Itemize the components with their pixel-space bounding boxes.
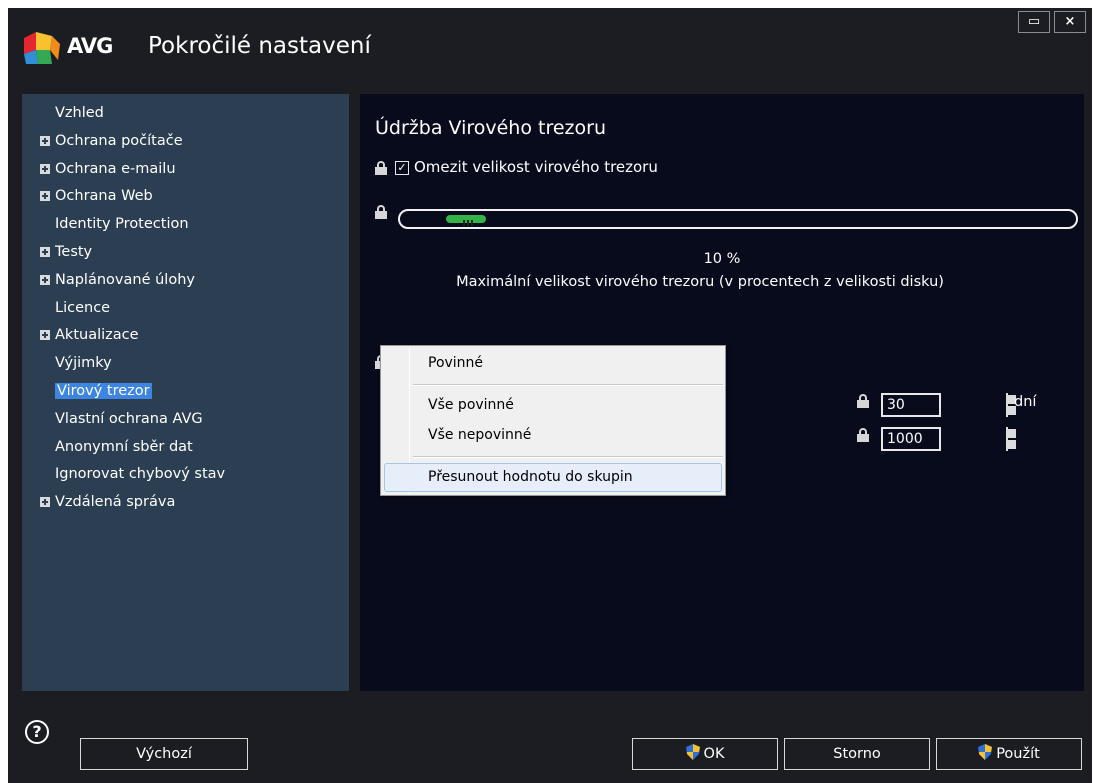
tree-item[interactable]: Ochrana počítače <box>22 130 183 152</box>
slider-thumb[interactable] <box>446 215 486 226</box>
default-button[interactable]: Výchozí <box>80 738 248 770</box>
menu-item-label: Přesunout hodnotu do skupin <box>428 469 633 485</box>
tree-item-label: Výjimky <box>55 355 112 372</box>
menu-item-required[interactable]: Povinné <box>428 355 483 371</box>
tree-item[interactable]: Vzdálená správa <box>22 491 175 513</box>
ok-label: OK <box>703 746 725 762</box>
menu-item-all-required[interactable]: Vše povinné <box>428 397 514 413</box>
tree-item[interactable]: Ochrana e-mailu <box>22 158 176 180</box>
grip-line <box>471 220 473 226</box>
tree-item[interactable]: Výjimky <box>22 352 112 374</box>
menu-item-all-optional[interactable]: Vše nepovinné <box>428 427 531 443</box>
settings-tree: Vzhled Ochrana počítače Ochrana e-mailu Och… <box>22 94 349 691</box>
limit-size-label: Omezit velikost virového trezoru <box>414 158 658 176</box>
expand-icon[interactable] <box>40 135 50 146</box>
cancel-button[interactable]: Storno <box>784 738 930 770</box>
lock-icon[interactable] <box>857 428 869 442</box>
tree-item-label: Ochrana počítače <box>55 132 183 149</box>
tree-item-label: Vzdálená správa <box>55 494 176 511</box>
tree-item[interactable]: Licence <box>22 297 110 319</box>
tree-item[interactable]: Ignorovat chybový stav <box>22 463 225 485</box>
tree-item-label: Virový trezor <box>55 383 152 399</box>
apply-label: Použít <box>996 746 1040 762</box>
slider-value: 10 % <box>703 251 741 267</box>
shield-icon <box>978 744 993 760</box>
expand-icon[interactable] <box>40 247 50 257</box>
restore-button[interactable]: ▭ <box>1018 11 1050 33</box>
grip-line <box>463 220 465 226</box>
tree-item-label: Ignorovat chybový stav <box>55 466 226 483</box>
limit-size-checkbox[interactable]: ✓ <box>395 161 409 175</box>
tree-item[interactable]: Aktualizace <box>22 324 139 346</box>
expand-icon[interactable] <box>40 330 50 341</box>
tree-item-label: Identity Protection <box>55 216 189 233</box>
title-bar: AVG Pokročilé nastavení ▭ × <box>8 8 1092 84</box>
tree-item-label: Anonymní sběr dat <box>55 438 193 455</box>
tree-item-label: Aktualizace <box>55 327 139 344</box>
tree-item-label: Ochrana e-mailu <box>55 160 176 177</box>
tree-item[interactable]: Ochrana Web <box>22 185 153 207</box>
slider-description: Maximální velikost virového trezoru (v p… <box>456 274 944 290</box>
menu-separator <box>413 384 723 386</box>
days-input[interactable]: 30 <box>881 393 941 417</box>
lock-icon[interactable] <box>375 205 387 219</box>
close-button[interactable]: × <box>1054 11 1086 33</box>
tree-item-label: Ochrana Web <box>55 188 153 205</box>
ok-button[interactable]: OK <box>632 738 778 770</box>
tree-item[interactable]: Identity Protection <box>22 213 189 235</box>
menu-item-move-to-groups[interactable]: Přesunout hodnotu do skupin <box>384 463 722 492</box>
tree-item[interactable]: Virový trezor <box>22 380 152 402</box>
menu-separator <box>413 456 723 458</box>
tree-item-label: Naplánované úlohy <box>55 271 195 288</box>
section-title: Údržba Virového trezoru <box>375 117 606 139</box>
tree-item[interactable]: Vzhled <box>22 102 104 124</box>
lock-icon[interactable] <box>857 394 869 408</box>
size-input[interactable]: 1000 <box>881 427 941 451</box>
apply-button[interactable]: Použít <box>936 738 1082 770</box>
tree-item-label: Vlastní ochrana AVG <box>55 410 203 427</box>
size-slider[interactable] <box>398 209 1078 229</box>
shield-icon <box>685 744 700 760</box>
tree-item[interactable]: Testy <box>22 241 92 263</box>
lock-icon[interactable] <box>375 161 387 175</box>
tree-item-label: Testy <box>55 244 93 260</box>
expand-icon[interactable] <box>40 191 50 202</box>
context-menu: Povinné Vše povinné Vše nepovinné Přesun… <box>380 345 726 496</box>
brand-name: AVG <box>67 34 113 58</box>
tree-item-label: Vzhled <box>55 105 104 121</box>
expand-icon[interactable] <box>40 274 50 285</box>
tree-item[interactable]: Vlastní ochrana AVG <box>22 408 203 430</box>
tree-item[interactable]: Anonymní sběr dat <box>22 436 193 458</box>
help-icon[interactable]: ? <box>25 720 49 744</box>
expand-icon[interactable] <box>40 163 50 174</box>
grip-line <box>467 220 469 226</box>
expand-icon[interactable] <box>40 497 50 508</box>
tree-item-label: Licence <box>55 299 111 316</box>
size-spinner[interactable] <box>1006 427 1018 451</box>
days-unit: dní <box>1014 394 1037 410</box>
avg-logo <box>24 32 60 64</box>
tree-item[interactable]: Naplánované úlohy <box>22 269 195 291</box>
window-title: Pokročilé nastavení <box>148 33 371 59</box>
